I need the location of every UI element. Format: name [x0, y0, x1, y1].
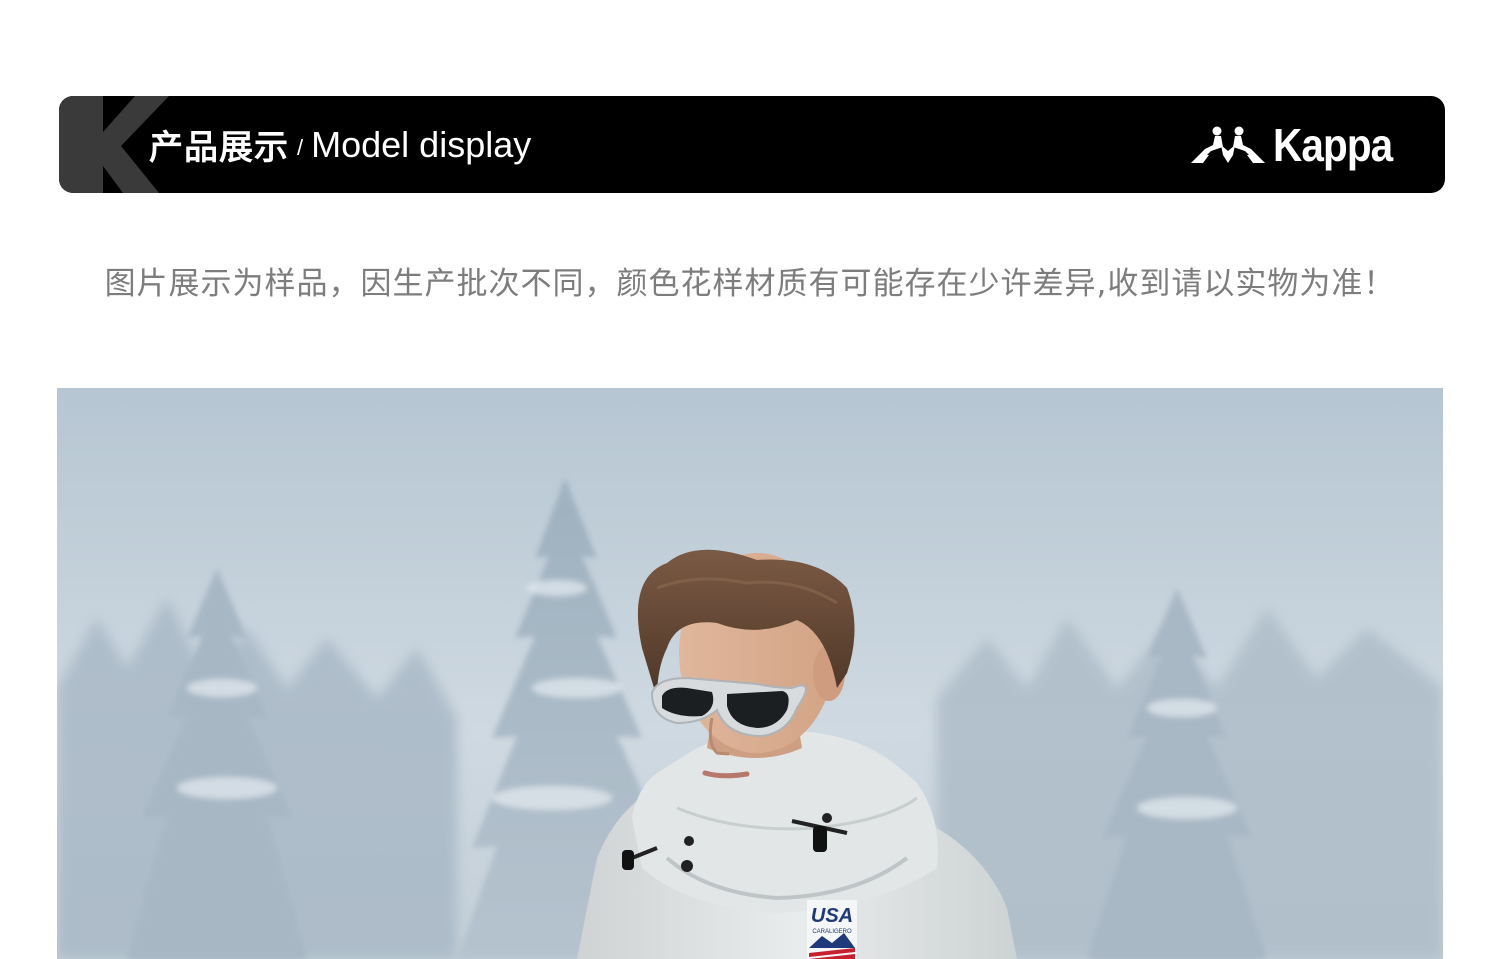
- sample-disclaimer-text: 图片展示为样品，因生产批次不同，颜色花样材质有可能存在少许差异,收到请以实物为准…: [104, 266, 1396, 302]
- brand-name: Kappa: [1273, 118, 1393, 171]
- model-photo: USA CARALIGERO: [57, 388, 1443, 959]
- section-title-cn: 产品展示: [149, 128, 289, 168]
- jacket-usa-badge: USA CARALIGERO: [807, 900, 857, 959]
- jacket-badge-subtext: CARALIGERO: [812, 929, 852, 935]
- jacket-badge-text: USA: [811, 905, 853, 927]
- kappa-omini-logo-icon: [1191, 126, 1266, 163]
- section-header-bar: 产品展示 / Model display Kappa: [59, 96, 1445, 193]
- section-title-separator: /: [297, 134, 304, 160]
- model-photo-illustration: USA CARALIGERO: [57, 478, 1443, 959]
- section-title: 产品展示 / Model display: [149, 96, 531, 193]
- brand-logo: Kappa: [1187, 96, 1409, 193]
- section-title-en: Model display: [311, 123, 532, 165]
